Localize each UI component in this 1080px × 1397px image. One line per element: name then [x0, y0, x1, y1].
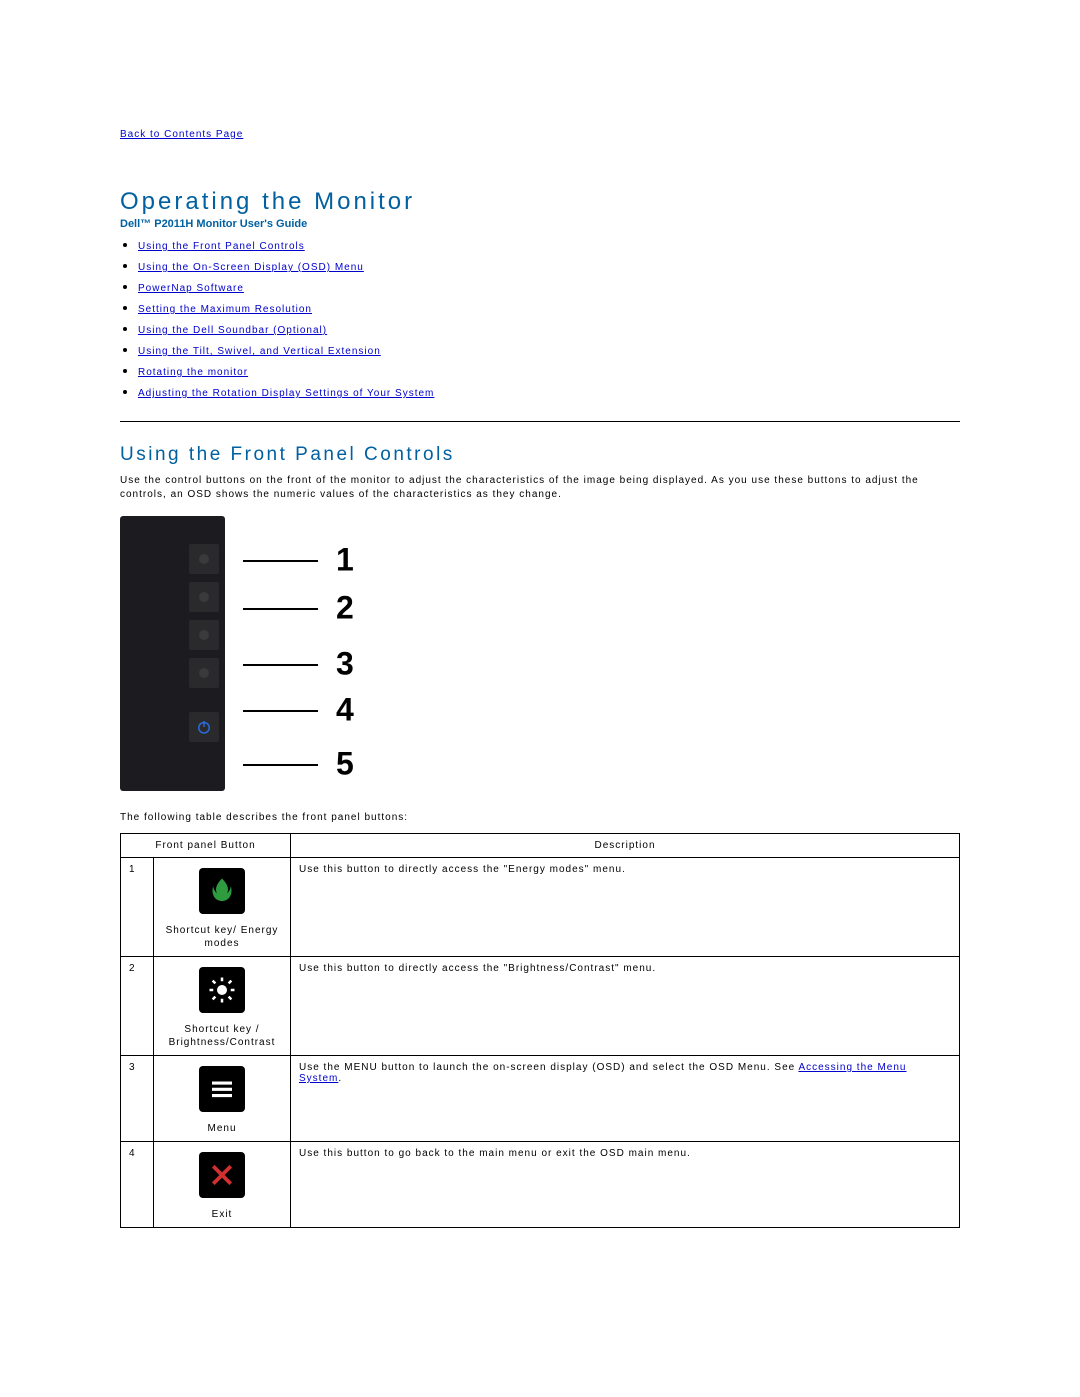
page-subtitle: Dell™ P2011H Monitor User's Guide — [120, 218, 960, 230]
toc-link-tilt-swivel[interactable]: Using the Tilt, Swivel, and Vertical Ext… — [138, 346, 381, 357]
row-number: 3 — [121, 1056, 154, 1142]
callout-5: 5 — [336, 746, 354, 783]
panel-button-1 — [189, 544, 219, 574]
callout-4: 4 — [336, 692, 354, 729]
callout-lines — [243, 516, 318, 791]
power-icon — [195, 718, 213, 736]
table-row: 4 Exit Use this button to go back to the… — [121, 1142, 960, 1228]
panel-button-2 — [189, 582, 219, 612]
row-description: Use the MENU button to launch the on-scr… — [291, 1056, 960, 1142]
row-description: Use this button to directly access the "… — [291, 858, 960, 957]
table-header-button: Front panel Button — [121, 834, 291, 858]
exit-icon — [199, 1152, 245, 1198]
row-number: 4 — [121, 1142, 154, 1228]
toc-link-max-resolution[interactable]: Setting the Maximum Resolution — [138, 304, 312, 315]
table-of-contents: Using the Front Panel Controls Using the… — [120, 236, 960, 401]
panel-power-button — [189, 712, 219, 742]
divider — [120, 421, 960, 422]
row-description: Use this button to directly access the "… — [291, 957, 960, 1056]
table-header-description: Description — [291, 834, 960, 858]
panel-button-4 — [189, 658, 219, 688]
row-label: Shortcut key / Brightness/Contrast — [162, 1023, 282, 1049]
table-row: 1 Shortcut key/ Energy modes Use this bu… — [121, 858, 960, 957]
monitor-panel — [120, 516, 225, 791]
callout-1: 1 — [336, 542, 354, 579]
section-heading: Using the Front Panel Controls — [120, 444, 960, 466]
callout-3: 3 — [336, 646, 354, 683]
front-panel-table: Front panel Button Description 1 Shortcu… — [120, 833, 960, 1228]
front-panel-diagram: 1 2 3 4 5 — [120, 516, 960, 791]
page-title: Operating the Monitor — [120, 188, 960, 216]
row-label: Exit — [162, 1208, 282, 1221]
toc-link-powernap[interactable]: PowerNap Software — [138, 283, 244, 294]
toc-link-front-panel[interactable]: Using the Front Panel Controls — [138, 241, 305, 252]
energy-modes-icon — [199, 868, 245, 914]
toc-link-rotating[interactable]: Rotating the monitor — [138, 367, 248, 378]
row-number: 1 — [121, 858, 154, 957]
brightness-icon — [199, 967, 245, 1013]
intro-text: Use the control buttons on the front of … — [120, 474, 960, 502]
menu-icon — [199, 1066, 245, 1112]
callout-2: 2 — [336, 590, 354, 627]
row-description: Use this button to go back to the main m… — [291, 1142, 960, 1228]
row-number: 2 — [121, 957, 154, 1056]
table-row: 2 — [121, 957, 960, 1056]
row-label: Shortcut key/ Energy modes — [162, 924, 282, 950]
toc-link-osd-menu[interactable]: Using the On-Screen Display (OSD) Menu — [138, 262, 364, 273]
table-row: 3 Menu Use the MENU button to launch the… — [121, 1056, 960, 1142]
toc-link-soundbar[interactable]: Using the Dell Soundbar (Optional) — [138, 325, 327, 336]
row-label: Menu — [162, 1122, 282, 1135]
panel-button-3 — [189, 620, 219, 650]
table-intro: The following table describes the front … — [120, 811, 960, 825]
toc-link-rotation-settings[interactable]: Adjusting the Rotation Display Settings … — [138, 388, 434, 399]
back-to-contents-link[interactable]: Back to Contents Page — [120, 129, 243, 140]
